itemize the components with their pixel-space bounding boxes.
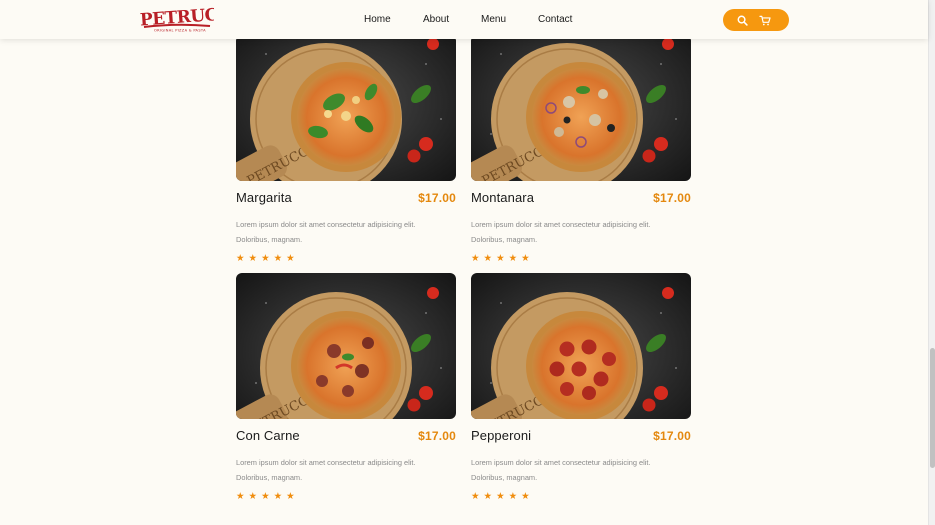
star-icon: ★ [236, 491, 245, 502]
product-price: $17.00 [418, 191, 456, 205]
product-price: $17.00 [418, 429, 456, 443]
star-icon: ★ [248, 491, 258, 502]
search-button[interactable] [734, 12, 750, 28]
site-header: PETRUCCIO ORIGINAL PIZZA & PASTA Home Ab… [0, 0, 928, 39]
product-image[interactable]: PETRUCCIO [471, 273, 691, 419]
star-icon: ★ [273, 253, 283, 264]
pizza-image-graphic: PETRUCCIO [236, 35, 456, 181]
star-icon: ★ [508, 491, 518, 502]
product-description-line: Lorem ipsum dolor sit amet consectetur a… [471, 458, 651, 467]
product-description-line: Doloribus, magnam. [236, 235, 303, 244]
star-icon: ★ [483, 491, 493, 502]
product-description: Lorem ipsum dolor sit amet consectetur a… [236, 217, 451, 247]
search-icon [737, 15, 748, 26]
product-image[interactable]: PETRUCCIO [471, 35, 691, 181]
product-rating: ★ ★ ★ ★ ★ [236, 491, 456, 503]
product-description-line: Doloribus, magnam. [471, 235, 538, 244]
scrollbar-thumb[interactable] [930, 348, 935, 468]
star-icon: ★ [483, 253, 493, 264]
pizza-image-graphic: PETRUCCIO [471, 273, 691, 419]
star-icon: ★ [496, 491, 505, 502]
product-name: Margarita [236, 190, 292, 205]
cart-icon [759, 15, 771, 25]
star-icon: ★ [273, 491, 283, 502]
header-actions [723, 9, 789, 31]
pizza-image-graphic: PETRUCCIO [471, 35, 691, 181]
product-description: Lorem ipsum dolor sit amet consectetur a… [471, 455, 686, 485]
star-icon: ★ [521, 253, 530, 264]
product-description: Lorem ipsum dolor sit amet consectetur a… [471, 217, 686, 247]
product-price: $17.00 [653, 191, 691, 205]
product-description-line: Doloribus, magnam. [471, 473, 538, 482]
star-icon: ★ [508, 253, 518, 264]
product-name: Montanara [471, 190, 535, 205]
product-description-line: Lorem ipsum dolor sit amet consectetur a… [236, 220, 416, 229]
product-rating: ★ ★ ★ ★ ★ [471, 253, 691, 265]
product-description-line: Doloribus, magnam. [236, 473, 303, 482]
nav-home[interactable]: Home [364, 14, 391, 25]
star-icon: ★ [286, 491, 295, 502]
product-image[interactable]: PETRUCCIO [236, 273, 456, 419]
product-rating: ★ ★ ★ ★ ★ [236, 253, 456, 265]
nav-menu[interactable]: Menu [481, 14, 506, 25]
product-card[interactable]: PETRUCCIO Montanara $17.00 Lorem ipsum d… [471, 35, 691, 265]
product-name: Con Carne [236, 428, 300, 443]
star-icon: ★ [496, 253, 505, 264]
product-title-row: Pepperoni $17.00 [471, 428, 691, 448]
product-card[interactable]: PETRUCCIO Con Carne $17.00 Lorem ipsum d… [236, 273, 456, 503]
product-card[interactable]: PETRUCCIO Margarita $17.00 Lorem ipsum d… [236, 35, 456, 265]
star-icon: ★ [471, 491, 480, 502]
star-icon: ★ [248, 253, 258, 264]
star-icon: ★ [261, 253, 270, 264]
nav-about[interactable]: About [423, 14, 449, 25]
product-name: Pepperoni [471, 428, 532, 443]
star-icon: ★ [261, 491, 270, 502]
product-description-line: Lorem ipsum dolor sit amet consectetur a… [471, 220, 651, 229]
product-title-row: Montanara $17.00 [471, 190, 691, 210]
product-title-row: Con Carne $17.00 [236, 428, 456, 448]
product-title-row: Margarita $17.00 [236, 190, 456, 210]
product-description: Lorem ipsum dolor sit amet consectetur a… [236, 455, 451, 485]
product-image[interactable]: PETRUCCIO [236, 35, 456, 181]
star-icon: ★ [236, 253, 245, 264]
nav-contact[interactable]: Contact [538, 14, 572, 25]
product-card[interactable]: PETRUCCIO Pepperoni $17.00 Lorem ipsum d… [471, 273, 691, 503]
star-icon: ★ [286, 253, 295, 264]
star-icon: ★ [521, 491, 530, 502]
pizza-image-graphic: PETRUCCIO [236, 273, 456, 419]
page-scrollbar[interactable] [928, 0, 935, 525]
cart-button[interactable] [757, 12, 773, 28]
star-icon: ★ [471, 253, 480, 264]
product-price: $17.00 [653, 429, 691, 443]
product-description-line: Lorem ipsum dolor sit amet consectetur a… [236, 458, 416, 467]
product-rating: ★ ★ ★ ★ ★ [471, 491, 691, 503]
